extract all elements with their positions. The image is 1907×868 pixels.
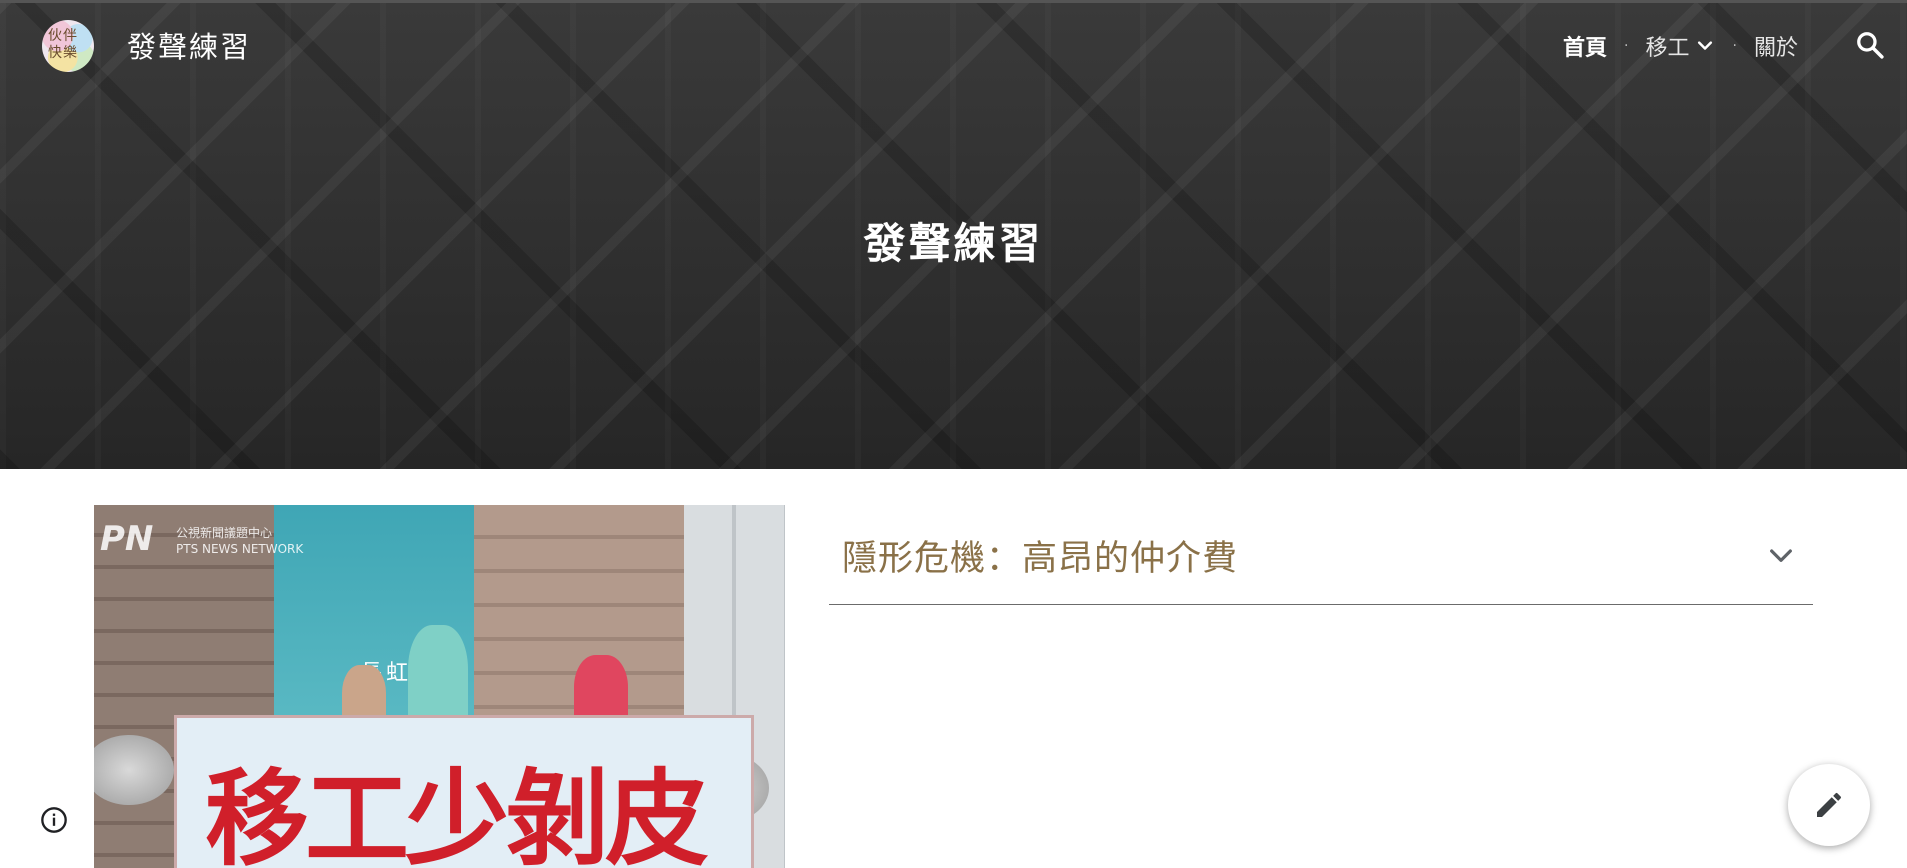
info-icon[interactable] bbox=[40, 806, 68, 834]
chevron-down-icon bbox=[1698, 41, 1713, 50]
photo-banner-text: 移工少剝皮 bbox=[205, 757, 709, 868]
nav-item-home[interactable]: 首頁 bbox=[1563, 30, 1607, 62]
site-title[interactable]: 發聲練習 bbox=[127, 24, 251, 66]
collapsible-title: 隱形危機：高昂的仲介費 bbox=[842, 539, 1239, 579]
logo-text: 伙伴 快樂 bbox=[48, 28, 78, 61]
search-icon[interactable] bbox=[1855, 30, 1885, 60]
edit-button[interactable] bbox=[1788, 764, 1870, 846]
pencil-icon bbox=[1817, 792, 1842, 817]
protest-photo: PN 公視新聞議題中心 PTS NEWS NETWORK 長虹 移工少剝皮 bbox=[94, 505, 785, 868]
hero-banner: 伙伴 快樂 發聲練習 首頁 · 移工 · 關於 發聲練習 bbox=[0, 0, 1907, 469]
top-divider bbox=[0, 0, 1907, 3]
chevron-down-icon[interactable] bbox=[1765, 539, 1797, 571]
nav-separator: · bbox=[1624, 38, 1629, 54]
top-nav: 首頁 · 移工 · 關於 bbox=[1563, 30, 1798, 62]
collapsible-section-header[interactable]: 隱形危機：高昂的仲介費 bbox=[829, 527, 1813, 605]
nav-item-migrant-workers[interactable]: 移工 bbox=[1645, 30, 1715, 62]
photo-watermark-logo: PN bbox=[100, 519, 154, 559]
photo-protest-banner: 移工少剝皮 bbox=[174, 715, 754, 868]
nav-item-about[interactable]: 關於 bbox=[1754, 30, 1798, 62]
nav-separator: · bbox=[1732, 38, 1737, 54]
site-logo[interactable]: 伙伴 快樂 bbox=[42, 20, 94, 72]
page-title: 發聲練習 bbox=[863, 219, 1044, 268]
nav-item-label: 移工 bbox=[1645, 36, 1690, 61]
photo-watermark-caption: 公視新聞議題中心 PTS NEWS NETWORK bbox=[176, 526, 304, 556]
